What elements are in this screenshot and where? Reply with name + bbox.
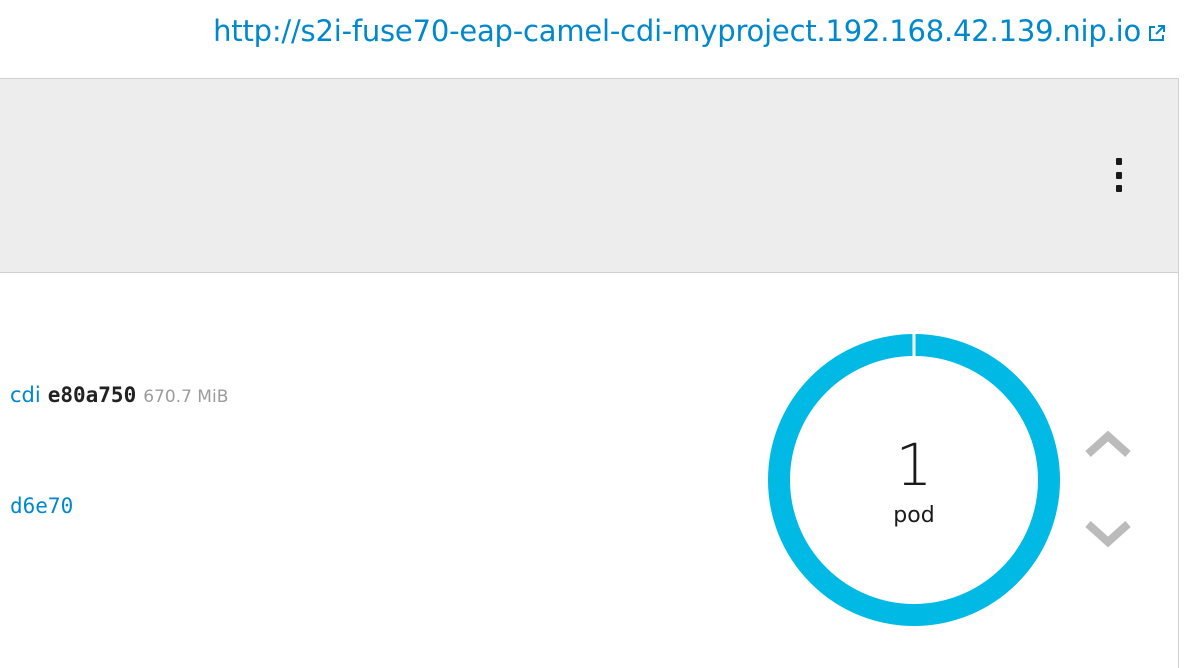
card-header [0,79,1178,273]
route-url-link[interactable]: http://s2i-fuse70-eap-camel-cdi-myprojec… [213,14,1167,48]
commit-link[interactable]: d6e70 [10,494,73,518]
deployment-info-row: cdi e80a750 670.7 MiB [10,383,228,407]
image-size: 670.7 MiB [143,387,229,407]
chevron-down-icon[interactable] [1083,518,1133,548]
route-url-text: http://s2i-fuse70-eap-camel-cdi-myprojec… [213,14,1141,48]
pod-unit-label: pod [893,503,935,528]
kebab-menu-icon[interactable] [1112,158,1126,192]
external-link-icon [1149,25,1165,41]
chevron-up-icon[interactable] [1083,430,1133,460]
image-id: e80a750 [47,383,137,407]
pod-count: 1 [895,431,933,499]
deployment-name-link[interactable]: cdi [10,383,41,407]
